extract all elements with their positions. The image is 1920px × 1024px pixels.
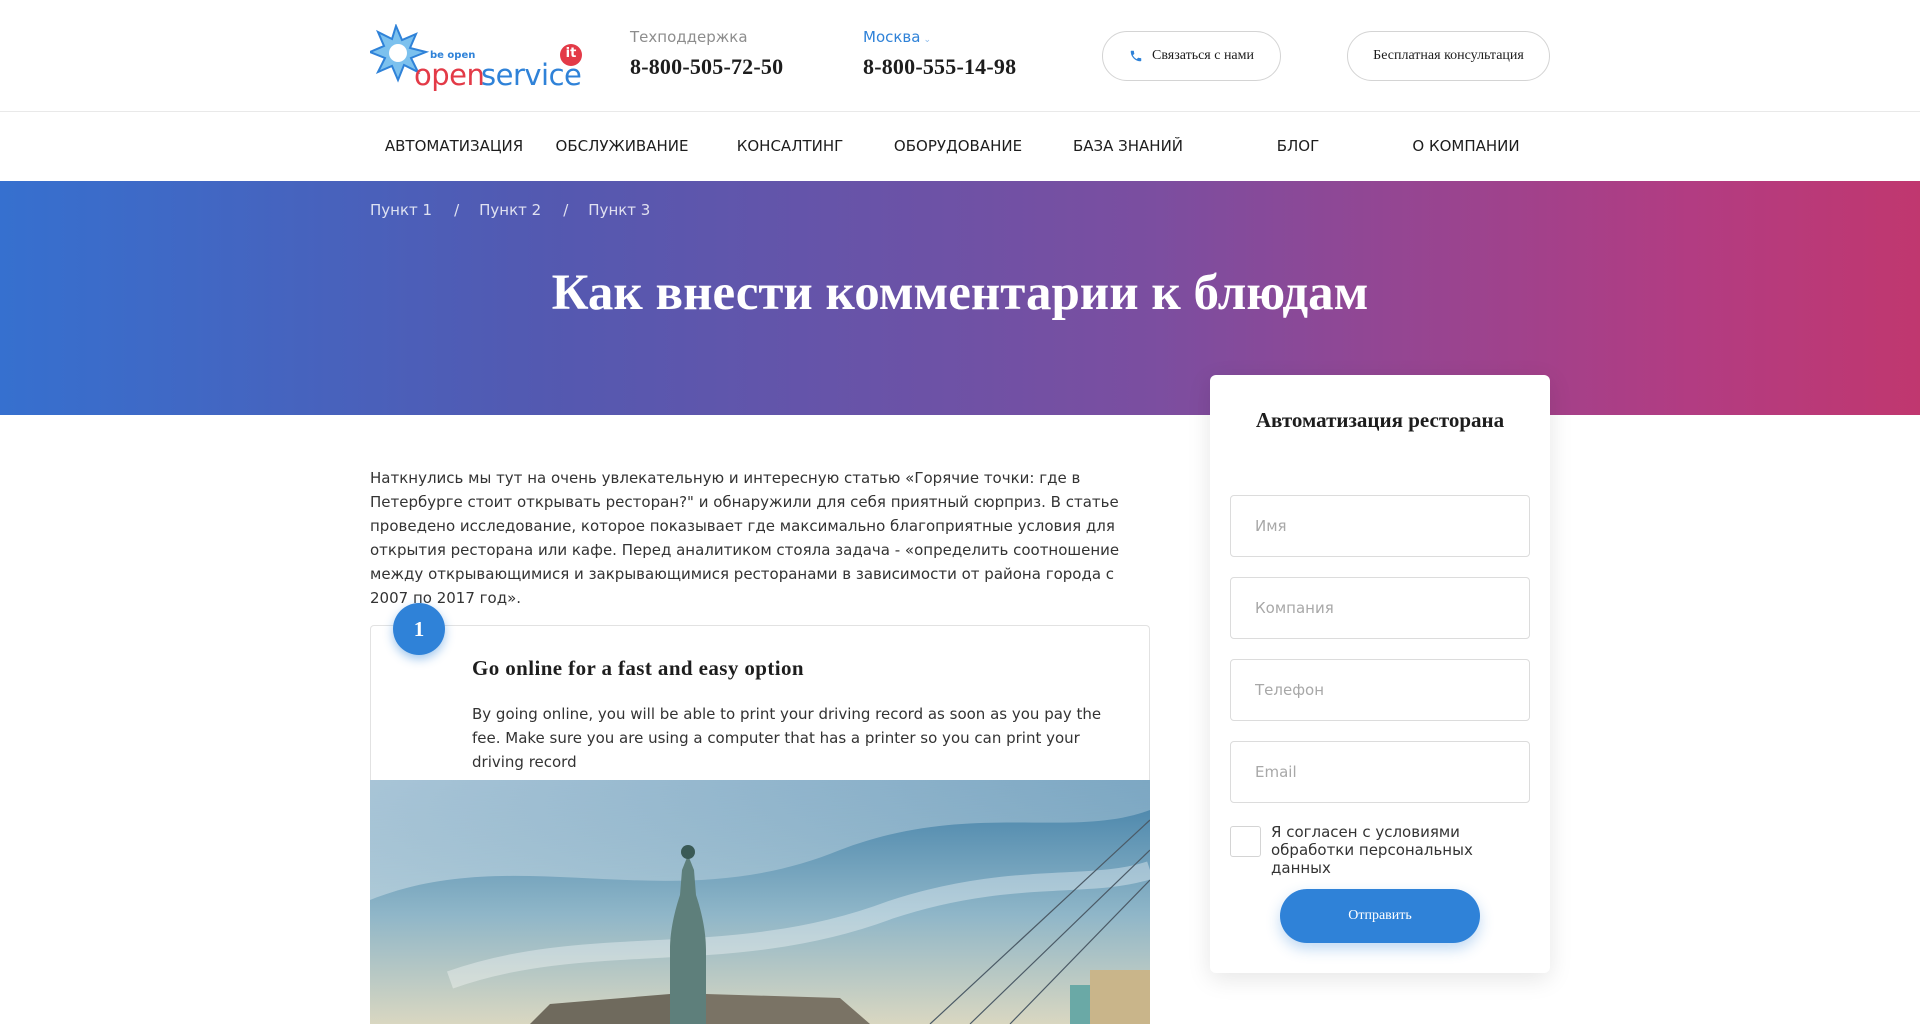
nav-item-equipment[interactable]: ОБОРУДОВАНИЕ bbox=[874, 112, 1042, 180]
article-intro: Наткнулись мы тут на очень увлекательную… bbox=[370, 469, 1120, 607]
submit-button[interactable]: Отправить bbox=[1280, 889, 1480, 943]
contact-us-button[interactable]: Связаться с нами bbox=[1102, 31, 1281, 81]
nav-item-service[interactable]: ОБСЛУЖИВАНИЕ bbox=[538, 112, 706, 180]
contact-us-label: Связаться с нами bbox=[1151, 48, 1254, 63]
consent-text: Я согласен с условиями обработки персона… bbox=[1271, 823, 1473, 877]
logo[interactable]: be open open service it bbox=[370, 24, 585, 92]
breadcrumb-item-3[interactable]: Пункт 3 bbox=[588, 201, 650, 219]
breadcrumb-item-2[interactable]: Пункт 2 bbox=[479, 201, 541, 219]
company-input[interactable] bbox=[1230, 577, 1530, 639]
step-text: By going online, you will be able to pri… bbox=[472, 705, 1102, 771]
support-label: Техподдержка bbox=[630, 28, 748, 46]
consultation-form: Автоматизация ресторана Я согласен с усл… bbox=[1210, 375, 1550, 973]
free-consultation-label: Бесплатная консультация bbox=[1373, 48, 1524, 63]
consent-checkbox[interactable] bbox=[1230, 826, 1261, 857]
nav-item-blog[interactable]: БЛОГ bbox=[1214, 112, 1382, 180]
phone-icon bbox=[1130, 50, 1142, 62]
city-selector[interactable]: Москва ⌄ bbox=[863, 28, 1016, 46]
logo-name-open: open bbox=[414, 58, 485, 92]
free-consultation-button[interactable]: Бесплатная консультация bbox=[1347, 31, 1550, 81]
city-contact: Москва ⌄ 8-800-555-14-98 bbox=[863, 28, 1016, 80]
hero-banner: Пункт 1 / Пункт 2 / Пункт 3 Как внести к… bbox=[0, 181, 1920, 415]
city-phone[interactable]: 8-800-555-14-98 bbox=[863, 54, 1016, 80]
article-photo bbox=[370, 780, 1150, 1024]
support-phone[interactable]: 8-800-505-72-50 bbox=[630, 54, 783, 80]
breadcrumb-separator: / bbox=[454, 201, 460, 219]
breadcrumb-separator: / bbox=[563, 201, 569, 219]
main-nav: АВТОМАТИЗАЦИЯ ОБСЛУЖИВАНИЕ КОНСАЛТИНГ ОБ… bbox=[0, 112, 1920, 180]
name-input[interactable] bbox=[1230, 495, 1530, 557]
chevron-down-icon: ⌄ bbox=[923, 35, 932, 45]
city-label: Москва bbox=[863, 28, 921, 46]
singer-house-photo bbox=[370, 780, 1150, 1024]
breadcrumb: Пункт 1 / Пункт 2 / Пункт 3 bbox=[370, 201, 650, 219]
phone-input[interactable] bbox=[1230, 659, 1530, 721]
nav-item-about[interactable]: О КОМПАНИИ bbox=[1382, 112, 1550, 180]
nav-item-automation[interactable]: АВТОМАТИЗАЦИЯ bbox=[370, 112, 538, 180]
consent-row: Я согласен с условиями обработки персона… bbox=[1230, 823, 1533, 877]
page-title: Как внести комментарии к блюдам bbox=[551, 265, 1369, 321]
site-header: be open open service it Техподдержка 8-8… bbox=[0, 0, 1920, 112]
support-contact: Техподдержка 8-800-505-72-50 bbox=[630, 28, 783, 80]
step-number-badge: 1 bbox=[393, 603, 445, 655]
form-title: Автоматизация ресторана bbox=[1255, 408, 1505, 432]
nav-item-consulting[interactable]: КОНСАЛТИНГ bbox=[706, 112, 874, 180]
step-title: Go online for a fast and easy option bbox=[472, 656, 804, 680]
nav-item-knowledge-base[interactable]: БАЗА ЗНАНИЙ bbox=[1042, 112, 1214, 180]
email-input[interactable] bbox=[1230, 741, 1530, 803]
logo-badge: it bbox=[560, 44, 582, 66]
breadcrumb-item-1[interactable]: Пункт 1 bbox=[370, 201, 432, 219]
